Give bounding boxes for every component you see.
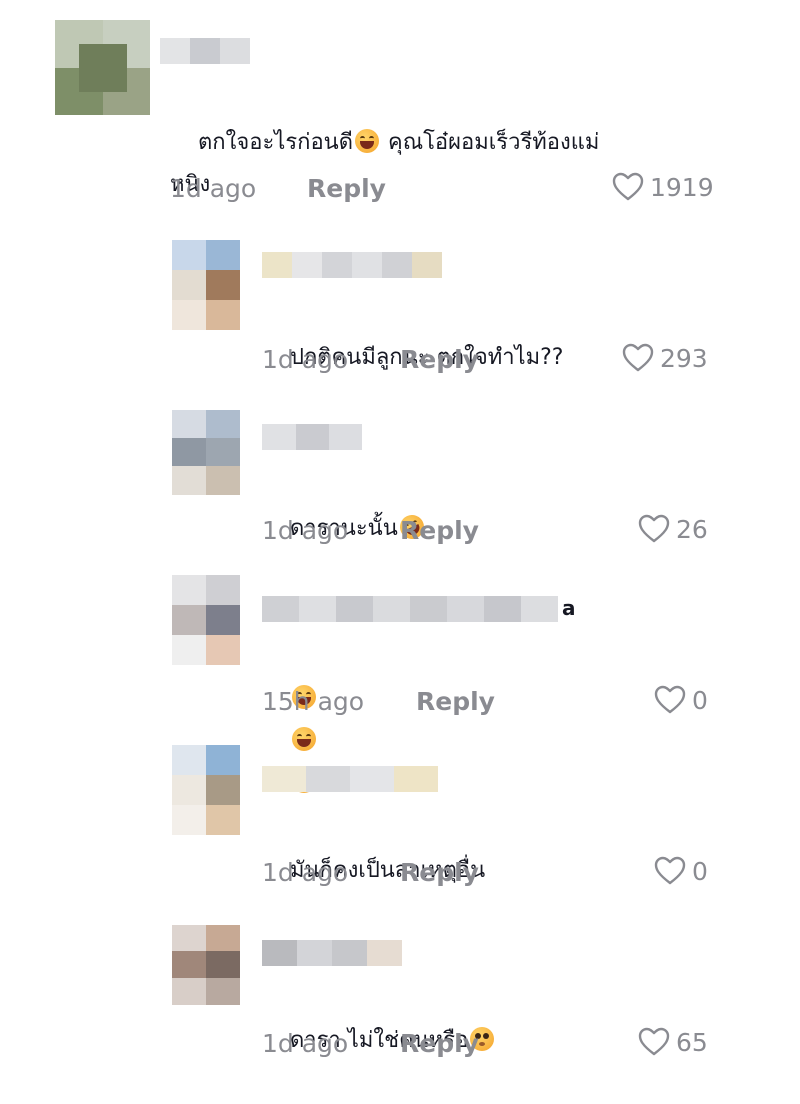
avatar[interactable] [172, 240, 240, 330]
comment-text: ตกใจอะไรก่อนดี คุณโอ๋ผอมเร็วรีท้องแม่ หนิ… [170, 129, 600, 197]
reply-button[interactable]: Reply [307, 174, 386, 203]
avatar[interactable] [172, 410, 240, 495]
like-button[interactable]: 0 [654, 685, 708, 715]
sweat-smile-emoji-icon [355, 129, 379, 153]
reply-button[interactable]: Reply [400, 516, 479, 545]
like-button[interactable]: 293 [622, 343, 708, 373]
username-blurred[interactable] [262, 940, 402, 966]
like-count: 1919 [650, 172, 714, 202]
laughing-emoji-icon [291, 727, 316, 751]
reply-button[interactable]: Reply [400, 858, 479, 887]
timestamp: 15h ago [262, 687, 365, 716]
like-count: 293 [660, 343, 708, 373]
heart-outline-icon [622, 343, 654, 373]
timestamp: 1d ago [262, 516, 349, 545]
timestamp: 1d ago [262, 345, 349, 374]
avatar[interactable] [172, 745, 240, 835]
avatar[interactable] [172, 925, 240, 1005]
like-button[interactable]: 0 [654, 856, 708, 886]
username-suffix: a [562, 596, 576, 620]
like-button[interactable]: 26 [638, 514, 708, 544]
like-count: 26 [676, 514, 708, 544]
timestamp: 1d ago [170, 174, 257, 203]
like-count: 65 [676, 1027, 708, 1057]
avatar[interactable] [172, 575, 240, 665]
heart-outline-icon [654, 685, 686, 715]
heart-outline-icon [612, 172, 644, 202]
username-blurred[interactable] [262, 596, 558, 622]
username-blurred[interactable] [160, 38, 250, 64]
heart-outline-icon [638, 1027, 670, 1057]
heart-outline-icon [638, 514, 670, 544]
reply-button[interactable]: Reply [400, 1029, 479, 1058]
reply-button[interactable]: Reply [400, 345, 479, 374]
like-button[interactable]: 65 [638, 1027, 708, 1057]
username-blurred[interactable] [262, 424, 362, 450]
like-count: 0 [692, 685, 708, 715]
timestamp: 1d ago [262, 1029, 349, 1058]
heart-outline-icon [654, 856, 686, 886]
avatar[interactable] [55, 20, 150, 115]
like-count: 0 [692, 856, 708, 886]
username-blurred[interactable] [262, 766, 438, 792]
username-blurred[interactable] [262, 252, 442, 278]
timestamp: 1d ago [262, 858, 349, 887]
like-button[interactable]: 1919 [612, 172, 714, 202]
reply-button[interactable]: Reply [416, 687, 495, 716]
